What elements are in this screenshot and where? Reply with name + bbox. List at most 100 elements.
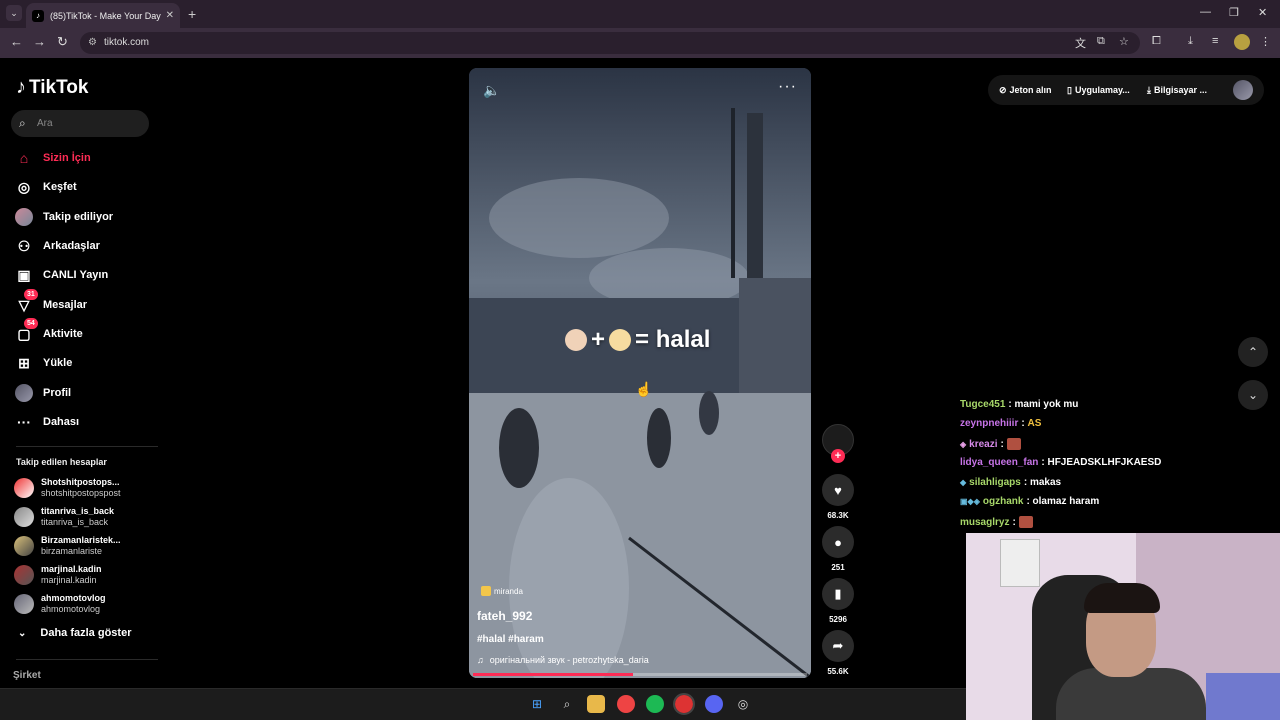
- chat-text: olamaz haram: [1032, 496, 1100, 507]
- webcam-poster: [1000, 539, 1040, 587]
- site-info-icon[interactable]: ⚙: [88, 32, 97, 54]
- next-video-chevron-down-icon[interactable]: ⌄: [1238, 380, 1268, 410]
- download-icon[interactable]: ⤓: [1188, 35, 1193, 48]
- sidebar-item-friends[interactable]: ⚇ Arkadaşlar: [14, 235, 100, 257]
- browser-menu-icon[interactable]: ⋮: [1260, 35, 1271, 48]
- account-handle: marjinal.kadin: [41, 575, 97, 585]
- search-icon: ⌕: [19, 116, 26, 130]
- chat-user: silahligaps: [969, 477, 1021, 488]
- sidebar-item-for-you[interactable]: ⌂ Sizin İçin: [14, 147, 91, 169]
- save-button[interactable]: ▮ 5296: [822, 578, 854, 624]
- extensions-icon[interactable]: ⧠: [1152, 35, 1161, 48]
- following-account[interactable]: Birzamanlaristek... birzamanlariste: [14, 535, 121, 557]
- forward-arrow-icon[interactable]: →: [33, 35, 46, 49]
- video-sound[interactable]: ♫ оригінальний звук - petrozhytska_daria: [477, 655, 649, 665]
- account-name: marjinal.kadin: [41, 564, 102, 574]
- reload-icon[interactable]: ↻: [57, 35, 68, 49]
- avatar: [14, 565, 34, 585]
- sidebar-item-profile[interactable]: Profil: [14, 382, 71, 404]
- video-progress-bar[interactable]: [473, 673, 807, 676]
- bookmark-icon: ▮: [822, 578, 854, 610]
- get-app-button[interactable]: ▯ Uygulamay...: [1067, 77, 1130, 103]
- video-more-icon[interactable]: ···: [778, 78, 797, 96]
- following-account[interactable]: ahmomotovlog ahmomotovlog: [14, 593, 106, 615]
- browser-tab[interactable]: ♪ (85)TikTok - Make Your Day ✕: [26, 3, 180, 28]
- address-bar[interactable]: ⚙ tiktok.com: [80, 32, 1140, 54]
- show-more-label: Daha fazla göster: [40, 627, 132, 639]
- video-progress-fill: [473, 673, 634, 676]
- browser-profile-avatar[interactable]: [1234, 34, 1250, 50]
- chat-user: ogzhank: [982, 496, 1024, 507]
- chat-badge-icon: ◆: [960, 478, 967, 487]
- discord-icon[interactable]: [705, 695, 723, 713]
- chat-badge-icon: ◈: [960, 439, 967, 449]
- comment-icon: ●: [822, 526, 854, 558]
- sidebar-item-following[interactable]: Takip ediliyor: [14, 206, 113, 228]
- sidebar-item-label: Profil: [43, 387, 72, 399]
- messages-badge: 31: [24, 289, 38, 300]
- taskbar-search-icon[interactable]: ⌕: [558, 695, 576, 713]
- new-tab-plus-icon[interactable]: +: [188, 6, 196, 22]
- tiktok-logo[interactable]: ♪ TikTok: [16, 76, 88, 99]
- comment-button[interactable]: ● 251: [822, 526, 854, 572]
- close-window-icon[interactable]: ✕: [1258, 6, 1267, 19]
- restore-icon[interactable]: ❐: [1229, 6, 1239, 19]
- volume-icon[interactable]: 🔈: [483, 82, 500, 99]
- chrome-active-icon[interactable]: [673, 693, 695, 715]
- search-placeholder: Ara: [37, 118, 53, 129]
- translate-icon[interactable]: 文: [1075, 35, 1086, 51]
- video-player[interactable]: 🔈 ··· + = halal ☝ miranda fateh_992 #hal…: [469, 68, 811, 678]
- sidebar-item-more[interactable]: ··· Dahası: [14, 411, 79, 433]
- download-icon: ⤓: [1147, 84, 1151, 95]
- previous-video-chevron-up-icon[interactable]: ⌃: [1238, 337, 1268, 367]
- video-hashtags[interactable]: #halal #haram: [477, 634, 544, 645]
- webcam-person-hair: [1084, 583, 1160, 613]
- share-button[interactable]: ➦ 55.6K: [822, 630, 854, 676]
- following-account[interactable]: Shotshitpostops... shotshitpostopspost: [14, 477, 121, 499]
- tab-list-chevron-icon[interactable]: ⌄: [6, 5, 22, 21]
- avatar: [14, 507, 34, 527]
- bookmark-star-icon[interactable]: ☆: [1119, 35, 1129, 48]
- comment-count: 251: [831, 563, 845, 572]
- sidebar-item-label: Yükle: [43, 357, 73, 369]
- chat-message: Tugce451: mami yok mu: [960, 399, 1079, 410]
- file-explorer-icon[interactable]: [587, 695, 605, 713]
- friends-icon: ⚇: [17, 237, 31, 254]
- os-taskbar: [0, 688, 966, 720]
- account-name: titanriva_is_back: [41, 506, 115, 516]
- sidebar-item-messages[interactable]: ▽ 31 Mesajlar: [14, 289, 87, 316]
- overlay-equation: = halal: [635, 326, 711, 353]
- windows-start-icon[interactable]: ⊞: [528, 695, 546, 713]
- streamer-webcam: [966, 533, 1280, 720]
- tiktok-note-icon: ♪: [16, 76, 26, 98]
- following-account[interactable]: titanriva_is_back titanriva_is_back: [14, 506, 114, 528]
- follow-plus-icon[interactable]: +: [831, 449, 845, 463]
- search-input[interactable]: ⌕ Ara: [11, 110, 149, 137]
- user-avatar[interactable]: [1233, 80, 1253, 100]
- account-handle: ahmomotovlog: [41, 604, 101, 614]
- sidebar-item-live[interactable]: ▣ CANLI Yayın: [14, 264, 108, 286]
- back-arrow-icon[interactable]: ←: [10, 35, 23, 49]
- following-account[interactable]: marjinal.kadin marjinal.kadin: [14, 564, 102, 586]
- video-tag-pill[interactable]: miranda: [481, 586, 523, 596]
- sidebar-item-explore[interactable]: ◎ Keşfet: [14, 176, 77, 198]
- sidebar-item-upload[interactable]: ⊞ Yükle: [14, 352, 72, 374]
- like-button[interactable]: ♥ 68.3K: [822, 474, 854, 520]
- app-icon[interactable]: ◎: [734, 695, 752, 713]
- company-link[interactable]: Şirket: [13, 670, 41, 681]
- media-control-icon[interactable]: ≡: [1212, 35, 1218, 47]
- activity-icon: ▢ 54: [14, 318, 38, 344]
- minimize-icon[interactable]: —: [1200, 6, 1211, 18]
- chat-message: ▣◆◈ ogzhank: olamaz haram: [960, 496, 1100, 507]
- show-more-button[interactable]: ⌄ Daha fazla göster: [18, 627, 131, 639]
- get-coins-button[interactable]: ⊘ Jeton alın: [999, 77, 1052, 103]
- ellipsis-icon: ···: [17, 414, 31, 430]
- overlay-plus: +: [591, 326, 606, 353]
- tab-close-icon[interactable]: ✕: [166, 10, 174, 21]
- chrome-icon[interactable]: [617, 695, 635, 713]
- spotify-icon[interactable]: [646, 695, 664, 713]
- sidebar-item-activity[interactable]: ▢ 54 Aktivite: [14, 318, 83, 345]
- video-author[interactable]: fateh_992: [477, 609, 532, 623]
- install-app-icon[interactable]: ⧉: [1097, 35, 1105, 48]
- desktop-app-button[interactable]: ⤓ Bilgisayar ...: [1147, 77, 1207, 103]
